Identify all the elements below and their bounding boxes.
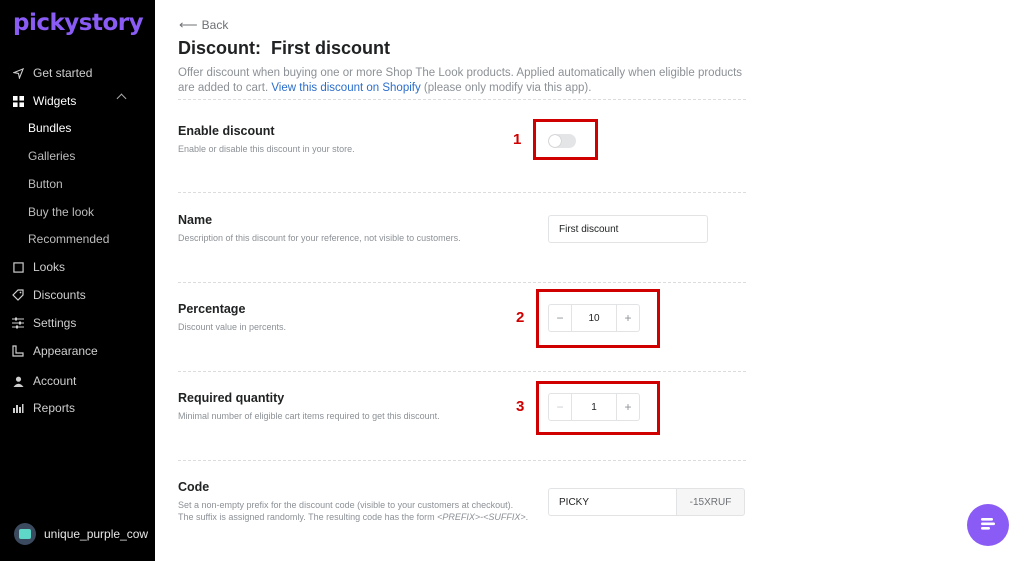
required-quantity-help: Minimal number of eligible cart items re…: [178, 411, 440, 421]
divider: [178, 371, 746, 372]
annotation-box-2: [536, 289, 660, 348]
sidebar-item-label: Account: [33, 374, 77, 388]
enable-discount-help: Enable or disable this discount in your …: [178, 144, 355, 154]
sidebar-item-settings[interactable]: Settings: [12, 313, 76, 333]
tag-icon: [12, 289, 24, 301]
annotation-box-1: [533, 119, 598, 160]
sidebar-item-account[interactable]: Account: [12, 371, 76, 391]
ruler-icon: [12, 345, 24, 357]
divider: [178, 282, 746, 283]
annotation-number-3: 3: [516, 398, 525, 415]
divider: [178, 99, 746, 100]
sidebar-item-label: Looks: [33, 260, 66, 274]
percentage-help: Discount value in percents.: [178, 322, 287, 332]
sidebar-subitem-button[interactable]: Button: [28, 174, 63, 194]
user-account-menu[interactable]: unique_purple_cow: [14, 523, 148, 545]
sidebar-item-discounts[interactable]: Discounts: [12, 285, 86, 305]
name-help: Description of this discount for your re…: [178, 233, 461, 243]
page-title: Discount: First discount: [178, 38, 391, 58]
code-label: Code: [178, 480, 210, 494]
sidebar-item-widgets[interactable]: Widgets: [12, 91, 76, 111]
sidebar-subitem-recommended[interactable]: Recommended: [28, 229, 109, 249]
pickystory-logo[interactable]: pickystory: [13, 10, 144, 36]
name-input[interactable]: First discount: [548, 215, 708, 243]
annotation-number-1: 1: [513, 131, 522, 148]
annotation-box-3: [536, 381, 660, 435]
book-icon: [12, 261, 24, 273]
sidebar-item-label: Widgets: [33, 94, 77, 108]
page-description: Offer discount when buying one or more S…: [178, 67, 743, 94]
chat-launcher-button[interactable]: [967, 504, 1009, 546]
code-help: Set a non-empty prefix for the discount …: [178, 500, 529, 522]
back-link[interactable]: ⟵ Back: [179, 17, 228, 33]
sidebar-item-looks[interactable]: Looks: [12, 257, 65, 277]
chat-icon: [978, 513, 998, 538]
percentage-label: Percentage: [178, 302, 246, 316]
enable-discount-label: Enable discount: [178, 124, 275, 138]
view-on-shopify-link[interactable]: View this discount on Shopify: [271, 82, 420, 94]
chart-icon: [12, 402, 24, 414]
sidebar-item-get-started[interactable]: Get started: [12, 63, 92, 83]
sidebar-item-label: Reports: [33, 401, 76, 415]
sidebar: pickystory Get started Widgets Bundles G…: [0, 0, 155, 561]
divider: [178, 460, 746, 461]
sidebar-item-appearance[interactable]: Appearance: [12, 341, 98, 361]
widgets-icon: [12, 95, 24, 107]
code-prefix-input[interactable]: PICKY: [548, 488, 677, 516]
divider: [178, 192, 746, 193]
sidebar-subitem-buy-the-look[interactable]: Buy the look: [28, 202, 94, 222]
required-quantity-label: Required quantity: [178, 391, 285, 405]
sidebar-subitem-bundles[interactable]: Bundles: [28, 118, 71, 138]
chevron-up-icon[interactable]: [116, 93, 127, 104]
send-icon: [12, 67, 24, 79]
person-icon: [12, 375, 24, 387]
avatar: [14, 523, 36, 545]
code-suffix: -15XRUF: [676, 488, 745, 516]
arrow-left-icon: ⟵: [179, 17, 198, 32]
name-label: Name: [178, 213, 213, 227]
sliders-icon: [12, 317, 24, 329]
username: unique_purple_cow: [44, 527, 149, 541]
sidebar-item-reports[interactable]: Reports: [12, 398, 75, 418]
sidebar-item-label: Get started: [33, 66, 93, 80]
sidebar-item-label: Settings: [33, 316, 77, 330]
sidebar-item-label: Appearance: [33, 344, 98, 358]
annotation-number-2: 2: [516, 309, 525, 326]
sidebar-subitem-galleries[interactable]: Galleries: [28, 146, 75, 166]
sidebar-item-label: Discounts: [33, 288, 86, 302]
